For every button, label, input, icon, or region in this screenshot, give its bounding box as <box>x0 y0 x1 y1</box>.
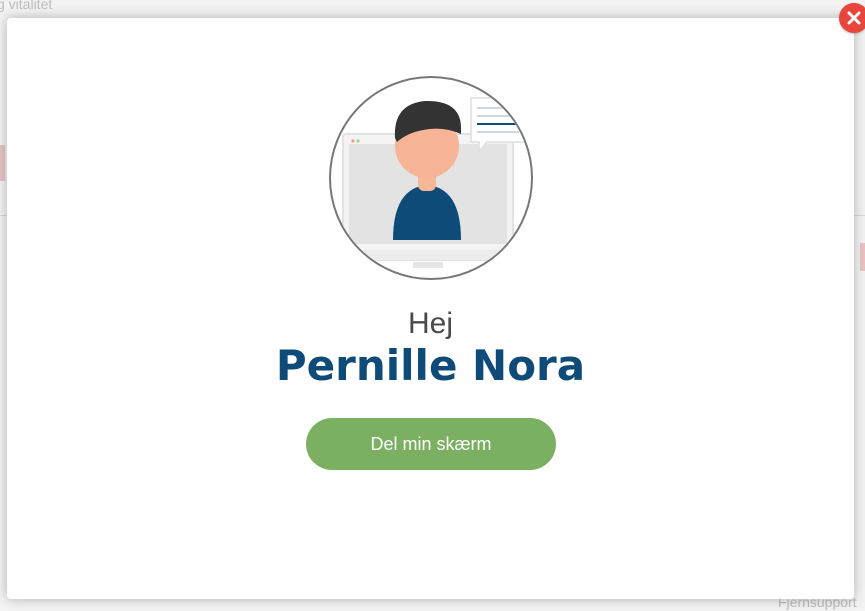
background-marker <box>0 145 5 181</box>
share-screen-modal: Hej Pernille Nora Del min skærm <box>7 18 854 599</box>
close-button[interactable] <box>839 3 865 33</box>
user-name: Pernille Nora <box>275 341 586 390</box>
avatar <box>329 76 533 280</box>
user-at-screen-illustration-icon <box>342 97 530 268</box>
close-icon <box>847 11 861 25</box>
share-screen-button[interactable]: Del min skærm <box>306 418 556 470</box>
background-page-title: g vitalitet <box>0 0 53 12</box>
background-marker <box>860 243 865 271</box>
greeting-text: Hej <box>407 307 453 340</box>
